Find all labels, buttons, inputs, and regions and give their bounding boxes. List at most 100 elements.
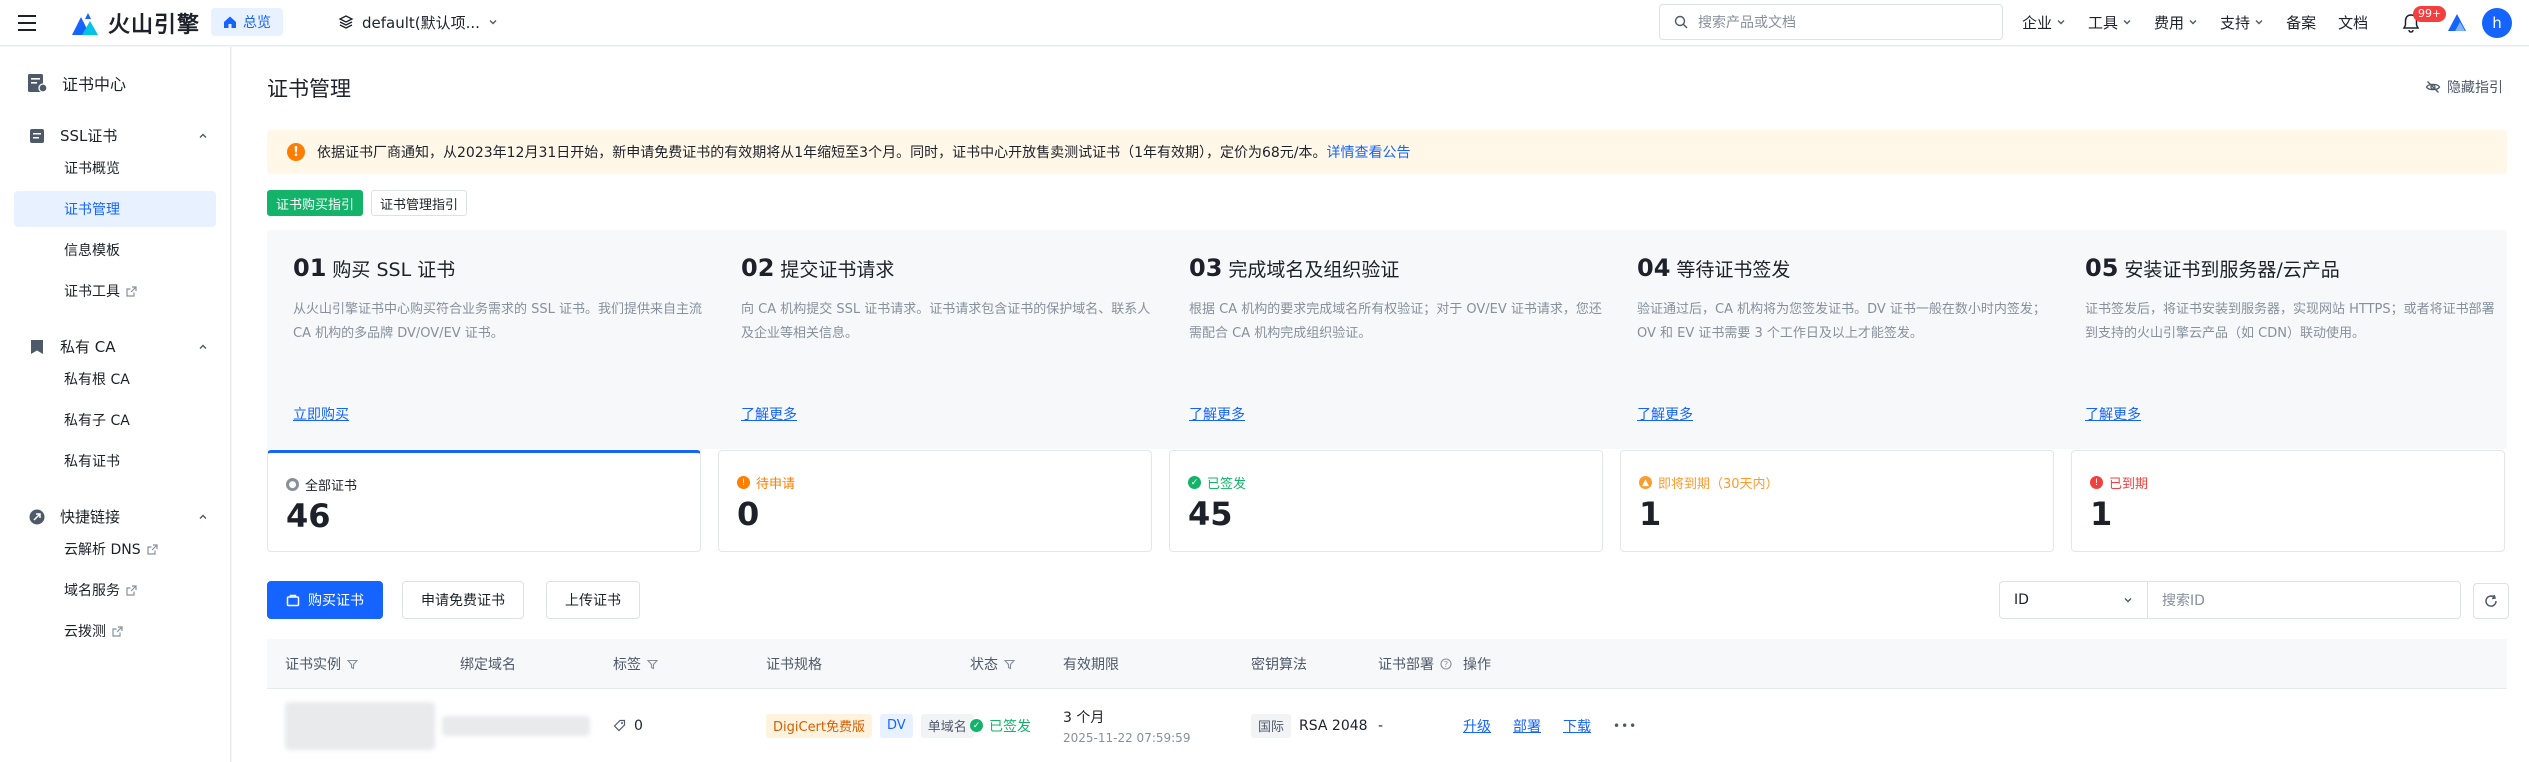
expiry-date: 2025-11-22 07:59:59 bbox=[1063, 730, 1191, 745]
refresh-button[interactable] bbox=[2473, 583, 2509, 619]
user-avatar[interactable]: h bbox=[2482, 8, 2512, 38]
stat-card[interactable]: ▲ 即将到期（30天内） 1 bbox=[1620, 450, 2054, 552]
sidebar-item[interactable]: 域名服务 bbox=[14, 572, 216, 608]
stat-value: 1 bbox=[1639, 495, 1662, 533]
top-nav-item[interactable]: 费用 bbox=[2154, 12, 2198, 33]
menu-icon[interactable] bbox=[14, 10, 40, 36]
step-title: 04 等待证书签发 bbox=[1637, 254, 1790, 282]
external-link-icon bbox=[112, 625, 123, 637]
sidebar-item[interactable]: 云解析 DNS bbox=[14, 531, 216, 567]
sidebar-item[interactable]: 证书管理 bbox=[14, 191, 216, 227]
filter-icon[interactable] bbox=[1004, 659, 1015, 670]
step-title-text: 安装证书到服务器/云产品 bbox=[2124, 259, 2340, 281]
filter-field-select[interactable]: ID bbox=[1999, 581, 2147, 619]
stat-value: 1 bbox=[2090, 495, 2113, 533]
step-title: 03 完成域名及组织验证 bbox=[1189, 254, 1399, 282]
notice-text: 依据证书厂商通知，从2023年12月31日开始，新申请免费证书的有效期将从1年缩… bbox=[317, 142, 1411, 162]
stat-card[interactable]: ✓ 已签发 45 bbox=[1169, 450, 1603, 552]
top-nav-item[interactable]: 备案 bbox=[2286, 12, 2316, 33]
guide-step: 05 安装证书到服务器/云产品 证书签发后，将证书安装到服务器，实现网站 HTTPS… bbox=[2059, 230, 2499, 449]
top-nav-item[interactable]: 文档 bbox=[2338, 12, 2368, 33]
refresh-icon bbox=[2485, 594, 2497, 607]
project-label: default(默认项... bbox=[362, 13, 480, 32]
eye-off-icon bbox=[2425, 81, 2441, 93]
filter-search-input[interactable]: 搜索ID bbox=[2147, 581, 2461, 619]
project-selector[interactable]: default(默认项... bbox=[338, 8, 498, 36]
redacted-domain bbox=[442, 715, 590, 736]
redacted-instance bbox=[285, 701, 435, 750]
top-nav-item[interactable]: 工具 bbox=[2088, 12, 2132, 33]
spec-chip: 单域名 bbox=[920, 713, 974, 738]
sidebar-item-label: 云拨测 bbox=[64, 624, 106, 640]
column-header: 绑定域名 bbox=[460, 639, 516, 689]
sidebar-group-quick-links[interactable]: 快捷链接 bbox=[28, 506, 208, 527]
stat-card[interactable]: ! 待申请 0 bbox=[718, 450, 1152, 552]
guide-tab[interactable]: 证书管理指引 bbox=[371, 190, 468, 216]
logo[interactable]: 火山引擎 bbox=[72, 6, 200, 40]
home-button[interactable]: 总览 bbox=[211, 8, 283, 36]
row-action-link[interactable]: 部署 bbox=[1513, 716, 1541, 736]
top-bar: 火山引擎 总览 default(默认项... 搜索产品或文档 企业 工具 费用 支持 备… bbox=[0, 0, 2529, 46]
sidebar-item[interactable]: 证书概览 bbox=[14, 150, 216, 186]
step-description: 向 CA 机构提交 SSL 证书请求。证书请求包含证书的保护域名、联系人及企业等… bbox=[741, 302, 1151, 341]
stat-label-text: 待申请 bbox=[756, 477, 796, 492]
pending-icon: ! bbox=[737, 476, 750, 489]
stat-card[interactable]: ● 全部证书 46 bbox=[267, 450, 701, 552]
row-action-link[interactable]: 升级 bbox=[1463, 716, 1491, 736]
check-icon: ✓ bbox=[970, 719, 983, 732]
tag-count: 0 bbox=[634, 717, 643, 734]
sidebar-group-private-ca[interactable]: 私有 CA bbox=[28, 336, 208, 357]
top-nav-item[interactable]: 支持 bbox=[2220, 12, 2264, 33]
apply-free-certificate-button[interactable]: 申请免费证书 bbox=[402, 581, 524, 619]
validity-period: 3 个月 bbox=[1063, 709, 1105, 726]
deploy-cell: - bbox=[1378, 689, 1383, 762]
help-icon[interactable]: ? bbox=[1440, 658, 1452, 670]
spec-cell: DigiCert免费版 DV 单域名 bbox=[766, 689, 974, 762]
step-link[interactable]: 了解更多 bbox=[1637, 404, 1693, 424]
sidebar-item[interactable]: 私有证书 bbox=[14, 443, 216, 479]
sidebar-item-label: 私有根 CA bbox=[64, 372, 130, 388]
column-header[interactable]: 标签 bbox=[613, 639, 658, 689]
column-header[interactable]: 状态 bbox=[970, 639, 1015, 689]
step-link[interactable]: 了解更多 bbox=[741, 404, 797, 424]
sidebar-item[interactable]: 私有根 CA bbox=[14, 361, 216, 397]
column-header[interactable]: 证书实例 bbox=[285, 639, 358, 689]
stat-value: 46 bbox=[286, 497, 331, 535]
more-icon[interactable]: ••• bbox=[1613, 719, 1637, 733]
sidebar-item-label: 证书概览 bbox=[64, 161, 120, 177]
upload-certificate-button[interactable]: 上传证书 bbox=[546, 581, 640, 619]
row-action-link[interactable]: 下载 bbox=[1563, 716, 1591, 736]
step-link[interactable]: 了解更多 bbox=[1189, 404, 1245, 424]
table-header: 证书实例 绑定域名 标签 证书规格 状态 有效期限 密钥算法 证书部署? 操作 bbox=[267, 639, 2507, 689]
sidebar-title[interactable]: 证书中心 bbox=[26, 71, 126, 95]
column-header-label: 状态 bbox=[970, 657, 998, 673]
top-nav-item[interactable]: 企业 bbox=[2022, 12, 2066, 33]
sidebar-item[interactable]: 私有子 CA bbox=[14, 402, 216, 438]
buy-certificate-button[interactable]: 购买证书 bbox=[267, 581, 383, 619]
step-link[interactable]: 了解更多 bbox=[2085, 404, 2141, 424]
guide-tab[interactable]: 证书购买指引 bbox=[267, 190, 364, 216]
tag-cell[interactable]: 0 bbox=[613, 689, 643, 762]
sidebar-group-ssl-certificate[interactable]: SSL证书 bbox=[28, 125, 208, 146]
filter-icon[interactable] bbox=[647, 659, 658, 670]
cart-icon bbox=[286, 594, 300, 607]
hide-guide-button[interactable]: 隐藏指引 bbox=[2425, 77, 2503, 97]
step-number: 02 bbox=[741, 254, 775, 282]
sidebar-item[interactable]: 信息模板 bbox=[14, 232, 216, 268]
top-nav-label: 文档 bbox=[2338, 13, 2369, 32]
ssl-certificate-icon bbox=[28, 127, 46, 145]
filter-icon[interactable] bbox=[347, 659, 358, 670]
chevron-down-icon bbox=[2056, 17, 2066, 27]
spec-chip: DigiCert免费版 bbox=[766, 713, 873, 738]
step-link[interactable]: 立即购买 bbox=[293, 404, 349, 424]
certificate-center-icon bbox=[28, 74, 48, 93]
sidebar-item[interactable]: 证书工具 bbox=[14, 273, 216, 309]
sidebar-group-label: 快捷链接 bbox=[60, 508, 121, 526]
stat-card[interactable]: ! 已到期 1 bbox=[2071, 450, 2505, 552]
notice-link[interactable]: 详情查看公告 bbox=[1327, 145, 1411, 161]
chevron-down-icon bbox=[2124, 598, 2132, 603]
status-cell: ✓ 已签发 bbox=[970, 689, 1031, 762]
sidebar-item[interactable]: 云拨测 bbox=[14, 613, 216, 649]
global-search-input[interactable]: 搜索产品或文档 bbox=[1659, 4, 2003, 40]
status-text: 已签发 bbox=[989, 718, 1031, 735]
